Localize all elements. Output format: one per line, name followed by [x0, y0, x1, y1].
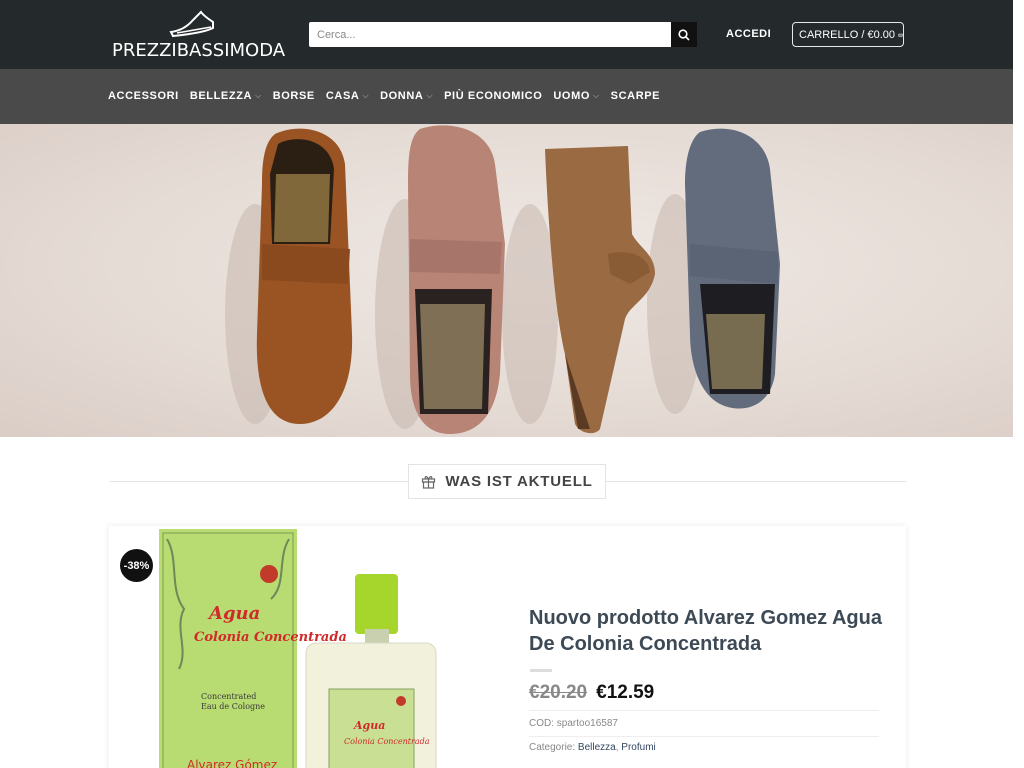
loafer-side [545, 146, 655, 434]
svg-text:Alvarez Gómez: Alvarez Gómez [187, 758, 277, 768]
nav-label: CASA [325, 90, 360, 102]
svg-text:Eau de Cologne: Eau de Cologne [201, 702, 265, 711]
product-title[interactable]: Nuovo prodotto Alvarez Gomez Agua De Col… [529, 605, 889, 657]
chevron-down-icon: ⌵ [362, 91, 370, 100]
loafer-tan [256, 128, 353, 424]
site-logo[interactable]: PREZZIBASSIMODA [112, 10, 287, 62]
gift-icon [422, 476, 436, 489]
svg-text:Colonia Concentrada: Colonia Concentrada [344, 737, 430, 746]
nav-label: BELLEZZA [189, 90, 253, 102]
nav-item-accessori[interactable]: ACCESSORI [108, 90, 179, 102]
login-link[interactable]: ACCEDI [726, 28, 771, 40]
section-title-text: WAS IST AKTUELL [445, 473, 593, 490]
box-brand-text: Agua [207, 603, 260, 624]
loafer-pink [408, 125, 505, 434]
category-link-profumi[interactable]: Profumi [621, 742, 655, 753]
logo-text: PREZZIBASSIMODA [112, 40, 286, 61]
nav-item-piu-economico[interactable]: PIÙ ECONOMICO [444, 90, 542, 102]
search-box [309, 22, 671, 47]
nav-label: SCARPE [610, 90, 661, 102]
nav-label: DONNA [380, 90, 424, 102]
nav-label: PIÙ ECONOMICO [444, 90, 543, 102]
cart-label: CARRELLO / €0.00 [799, 28, 895, 41]
svg-text:Agua: Agua [353, 719, 385, 732]
search-input[interactable] [309, 22, 671, 47]
category-link-bellezza[interactable]: Bellezza [578, 742, 616, 753]
categories-label: Categorie: [529, 742, 576, 753]
sku-label: COD: [529, 718, 554, 729]
svg-text:Concentrated: Concentrated [201, 692, 256, 701]
search-icon [678, 28, 690, 41]
info-divider [529, 710, 879, 711]
nav-item-borse[interactable]: BORSE [273, 90, 315, 102]
nav-label: UOMO [553, 90, 590, 102]
shoe-logo-icon [169, 10, 214, 38]
product-image[interactable]: Agua Colonia Concentrada Concentrated Ea… [159, 529, 489, 768]
old-price: €20.20 [529, 682, 588, 703]
chevron-down-icon: ⌵ [593, 91, 600, 100]
sale-price: €12.59 [596, 682, 655, 703]
nav-item-bellezza[interactable]: BELLEZZA ⌵ [190, 90, 262, 102]
nav-item-uomo[interactable]: UOMO ⌵ [553, 90, 599, 102]
hero-banner[interactable] [0, 124, 1013, 437]
nav-label: BORSE [272, 90, 315, 102]
basket-icon [898, 32, 903, 37]
product-categories: Categorie: Bellezza, Profumi [529, 742, 656, 753]
section-title: WAS IST AKTUELL [408, 464, 606, 499]
nav-item-scarpe[interactable]: SCARPE [611, 90, 660, 102]
search-button[interactable] [671, 22, 697, 47]
header-bar: PREZZIBASSIMODA ACCEDI CARRELLO / €0.00 [0, 0, 1013, 69]
discount-badge: -38% [120, 549, 153, 582]
nav-item-casa[interactable]: CASA ⌵ [326, 90, 369, 102]
nav-label: ACCESSORI [108, 90, 179, 102]
chevron-down-icon: ⌵ [426, 91, 434, 100]
nav-menu: ACCESSORI BELLEZZA ⌵ BORSE CASA ⌵ DONNA ⌵ P… [108, 90, 671, 102]
info-divider [529, 736, 879, 737]
cart-button[interactable]: CARRELLO / €0.00 [792, 22, 904, 47]
nav-item-donna[interactable]: DONNA ⌵ [380, 90, 433, 102]
chevron-down-icon: ⌵ [255, 91, 262, 100]
sku-value: spartoo16587 [556, 718, 618, 729]
loafer-blue [685, 128, 780, 409]
product-sku: COD: spartoo16587 [529, 718, 618, 729]
loafers-image [225, 125, 780, 434]
main-navigation: ACCESSORI BELLEZZA ⌵ BORSE CASA ⌵ DONNA ⌵ P… [0, 69, 1013, 124]
title-divider [530, 669, 552, 672]
product-price: €20.20 €12.59 [529, 682, 654, 704]
